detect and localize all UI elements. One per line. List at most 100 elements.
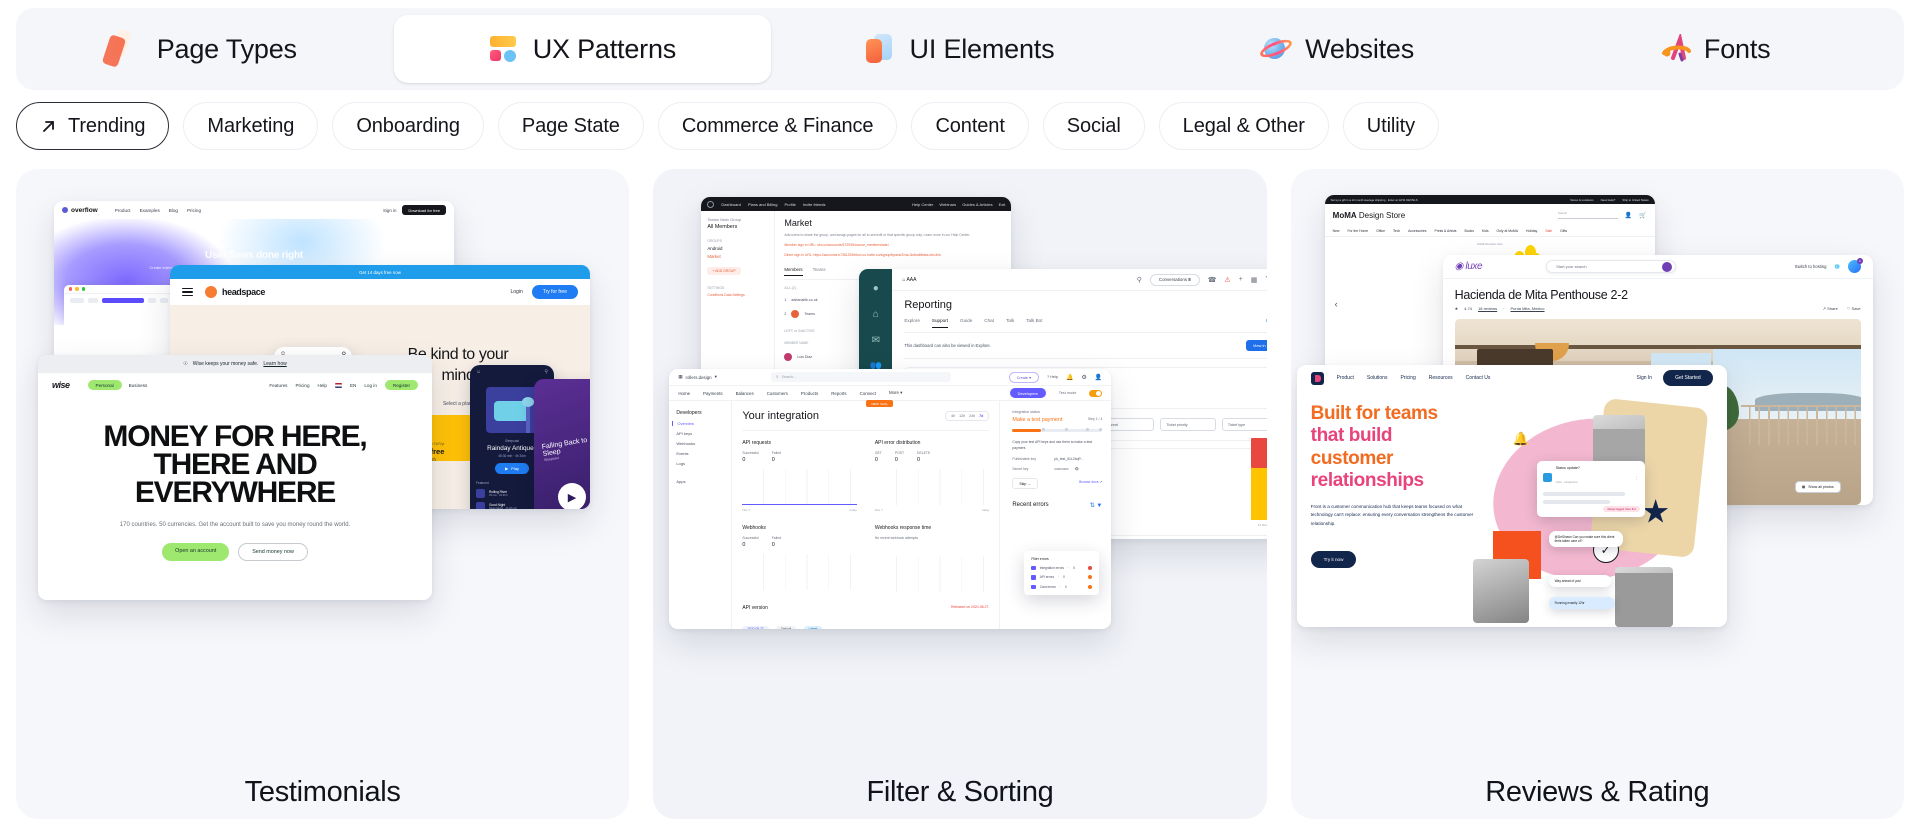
thumbnail-stack: Dashboard Plans and Billing Profile Invi… [653, 169, 1267, 724]
nav-pricing: Pricing [295, 382, 310, 388]
view-in-explore-button: View in Explore [1245, 340, 1267, 351]
pattern-card-testimonials[interactable]: overflow Product Examples Blog Pricing S… [16, 169, 630, 819]
filter-pill-label: Utility [1366, 114, 1415, 137]
filter-pill-legal-other[interactable]: Legal & Other [1158, 102, 1329, 150]
docs-link: Browse docs ↗ [1079, 480, 1103, 485]
filter-pill-social[interactable]: Social [1042, 102, 1145, 150]
nav-item: Guides & Articles [962, 201, 993, 207]
filter-pill-label: Content [935, 114, 1005, 137]
gear-icon: ⚙ [1081, 374, 1087, 381]
filter-pill-commerce-finance[interactable]: Commerce & Finance [657, 102, 898, 150]
reviews-count: 18 reviews [1478, 306, 1498, 311]
promo-link: Need Help? [1600, 197, 1616, 202]
websites-icon [1257, 34, 1295, 64]
filter-pill-utility[interactable]: Utility [1342, 102, 1439, 150]
pattern-card-reviews-rating[interactable]: Set up a gift in a 12 month average ship… [1290, 169, 1904, 819]
filter-dropdown[interactable]: Ticket type [1221, 418, 1267, 431]
share-button[interactable]: ↗ Share [1823, 306, 1838, 311]
nav-item: Reports [831, 390, 847, 396]
nav-item: Product [114, 207, 131, 213]
sidebar-title: Developers [676, 410, 702, 416]
tab-label: UI Elements [909, 33, 1055, 64]
filter-pill-trending[interactable]: Trending [16, 102, 170, 150]
search-input[interactable]: Start your search [1546, 260, 1677, 273]
send-money-button: Send money now [238, 542, 308, 561]
save-button[interactable]: ♡ Save [1847, 306, 1861, 311]
developers-pill: Developers [1009, 388, 1046, 398]
overflow-brand: overflow [71, 206, 98, 214]
add-group-button: + ADD GROUP [707, 267, 741, 275]
side-title: All Members [707, 224, 738, 230]
headspace-logo-icon [205, 286, 217, 298]
sidebar-item-api-keys: API keys [676, 431, 693, 436]
nav-item: Dashboard [721, 201, 741, 207]
star-icon: ★ [1454, 306, 1459, 311]
nav-item: Help Center [912, 201, 934, 207]
card-title: Testimonials [244, 776, 401, 808]
nav-item: Invite friends [802, 201, 826, 207]
lang-label: EN [349, 382, 357, 388]
search-input[interactable]: ⚲ Search... [770, 372, 951, 382]
promo-text: Set up a gift in a 12 month average ship… [1330, 197, 1418, 202]
pattern-card-filter-sorting[interactable]: Dashboard Plans and Billing Profile Invi… [653, 169, 1267, 819]
nav-help: Help [317, 382, 327, 388]
side-section-2: SETTINGS [707, 286, 725, 290]
airbnb-logo: ◉ luxe [1454, 261, 1483, 272]
headline-line-1: Built for teams [1310, 403, 1438, 424]
notifications-icon: 🔔 [1065, 374, 1074, 381]
filter-dropdown[interactable]: Ticket priority [1160, 418, 1216, 431]
filter-pill-marketing[interactable]: Marketing [183, 102, 319, 150]
category-tab-bar: Page Types UX Patterns UI Elements Websi… [16, 8, 1904, 90]
filter-pill-page-state[interactable]: Page State [497, 102, 644, 150]
tab-websites[interactable]: Websites [1149, 15, 1527, 83]
nav-item: Payments [703, 390, 723, 396]
prev-arrow-icon[interactable]: ‹ [1335, 299, 1338, 309]
nav-item: Products [800, 390, 819, 396]
x-tick: 17 Oct 22 [1257, 523, 1267, 527]
search-input[interactable]: Search [1557, 211, 1618, 219]
tab: Guide [960, 318, 973, 323]
wise-sub: 170 countries. 50 currencies. Get the ac… [119, 521, 351, 528]
menu-title: Filter errors [1031, 556, 1049, 561]
menu-item[interactable]: Integration errors · 0 [1031, 565, 1093, 571]
nav-item: Accessories [1408, 229, 1427, 233]
step-indicator: Step 1 / 4 [1087, 417, 1103, 421]
account-icon: 👤 [1094, 374, 1103, 381]
tab-label: Fonts [1703, 33, 1771, 64]
nav-item: Webinars [939, 201, 957, 207]
range-option: 24h [969, 414, 976, 418]
shield-icon: ☉ [183, 361, 188, 367]
get-started-button: Get Started [1663, 370, 1713, 386]
dashboard-note: This dashboard can also be viewed in Exp… [904, 343, 991, 348]
filter-errors-menu: Filter errors Integration errors · 0 API… [1024, 550, 1100, 595]
nav-more: More ▾ [888, 390, 903, 395]
register-button: Register [384, 380, 418, 390]
menu-item[interactable]: API errors · 0 [1031, 575, 1093, 580]
tab-fonts[interactable]: Fonts [1526, 15, 1904, 83]
tab-label: Websites [1305, 33, 1415, 64]
tab-page-types[interactable]: Page Types [16, 15, 394, 83]
menu-item[interactable]: Card errors · 0 [1031, 584, 1093, 589]
tab-ui-elements[interactable]: UI Elements [771, 15, 1149, 83]
wise-headline-2: THERE AND [153, 448, 317, 482]
page-title: Your integration [742, 410, 819, 422]
nav-item: Only at MoMA [1496, 229, 1519, 233]
nav-item: Prints & Artists [1434, 229, 1457, 233]
nav-item: Gifts [1560, 229, 1568, 233]
listing-location: Punta Mita, Mexico [1510, 306, 1545, 311]
nav-item: Exit [998, 201, 1006, 207]
tab-ux-patterns[interactable]: UX Patterns [393, 15, 772, 83]
create-button: Create ▾ [1008, 371, 1039, 383]
wise-brand: wise [52, 380, 70, 390]
panel-title: Market [784, 218, 812, 228]
front-logo-icon [1310, 371, 1324, 385]
filter-pill-content[interactable]: Content [911, 102, 1029, 150]
listing-title: Hacienda de Mita Penthouse 2-2 [1454, 288, 1628, 302]
fonts-icon [1660, 34, 1691, 64]
filter-pill-onboarding[interactable]: Onboarding [332, 102, 484, 150]
test-mode-toggle[interactable] [1089, 389, 1103, 397]
nav-item: Profile [784, 201, 796, 207]
show-all-photos-button[interactable]: ▦ Show all photos [1794, 481, 1841, 493]
panel-desc: Add users to share the group, and assign… [784, 233, 971, 237]
cart-icon: 🛒 [1639, 212, 1647, 219]
